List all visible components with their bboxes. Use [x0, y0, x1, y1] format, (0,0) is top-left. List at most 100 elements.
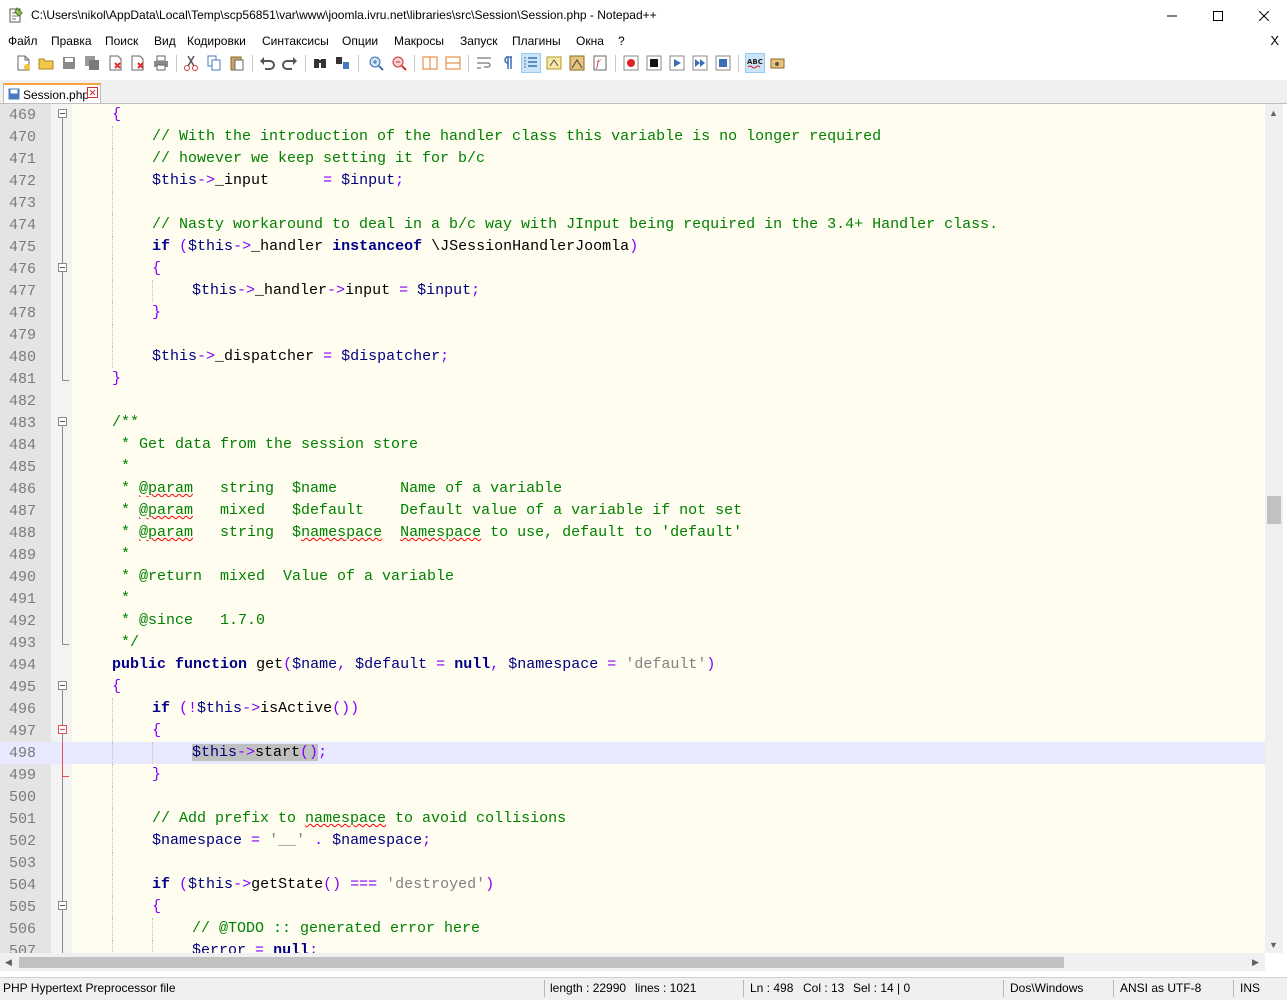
spell-check-button[interactable]: ABC	[745, 53, 765, 73]
code-line: 483 /**	[9, 414, 140, 434]
current-line: 498 $this->start();	[0, 742, 1265, 764]
status-eol[interactable]: Dos\Windows	[1010, 981, 1083, 995]
cut-button[interactable]	[182, 54, 200, 72]
code-line: 507 $error = null;	[0, 940, 1265, 953]
replace-button[interactable]	[334, 54, 352, 72]
scroll-down-icon[interactable]: ▼	[1269, 940, 1278, 950]
pilcrow-icon	[504, 56, 512, 69]
line-number: 491	[9, 591, 37, 608]
fold-toggle[interactable]	[58, 109, 67, 118]
new-file-button[interactable]	[14, 54, 32, 72]
horizontal-scroll-thumb[interactable]	[19, 957, 1064, 968]
menu-view[interactable]: Вид	[154, 34, 176, 48]
close-document-button[interactable]: X	[1270, 33, 1279, 48]
line-number: 506	[9, 921, 37, 938]
redo-button[interactable]	[281, 54, 299, 72]
line-number: 505	[9, 899, 37, 916]
scroll-up-icon[interactable]: ▲	[1269, 108, 1278, 118]
word-wrap-button[interactable]	[475, 54, 493, 72]
indent-guide-button[interactable]	[521, 53, 541, 73]
menu-file[interactable]: Файл	[8, 34, 38, 48]
code-line: 482	[0, 390, 1265, 412]
menu-run[interactable]: Запуск	[460, 34, 498, 48]
function-list-button[interactable]: f	[591, 54, 609, 72]
stop-macro-button[interactable]	[645, 54, 663, 72]
zoom-out-button[interactable]	[390, 54, 408, 72]
sync-horizontal-button[interactable]	[444, 54, 462, 72]
vertical-scroll-thumb[interactable]	[1267, 496, 1281, 524]
menu-window[interactable]: Окна	[576, 34, 604, 48]
open-file-button[interactable]	[37, 54, 55, 72]
code-line: 473	[0, 192, 1265, 214]
undo-button[interactable]	[258, 54, 276, 72]
code-line: 505 {	[9, 896, 162, 918]
fold-toggle[interactable]	[58, 417, 67, 426]
fold-toggle[interactable]	[58, 263, 67, 272]
paste-button[interactable]	[228, 54, 246, 72]
record-macro-button[interactable]	[622, 54, 640, 72]
doc-map-button[interactable]	[568, 54, 586, 72]
fold-toggle[interactable]	[58, 901, 67, 910]
line-number: 501	[9, 811, 37, 828]
code-line: 476 {	[9, 258, 162, 280]
line-number: 470	[9, 129, 37, 146]
maximize-button[interactable]	[1195, 0, 1241, 31]
run-macro-multiple-button[interactable]	[691, 54, 709, 72]
copy-button[interactable]	[205, 54, 223, 72]
fold-toggle[interactable]	[58, 725, 67, 734]
line-number: 500	[9, 789, 37, 806]
menu-edit[interactable]: Правка	[51, 34, 92, 48]
document-map-icon	[569, 55, 585, 71]
sync-vertical-button[interactable]	[421, 54, 439, 72]
line-number: 475	[9, 239, 37, 256]
show-all-chars-button[interactable]	[498, 54, 516, 72]
menu-plugins[interactable]: Плагины	[512, 34, 561, 48]
status-selection: Sel : 14 | 0	[853, 981, 911, 995]
vertical-scrollbar[interactable]	[1265, 104, 1283, 953]
play-macro-button[interactable]	[668, 54, 686, 72]
status-encoding[interactable]: ANSI as UTF-8	[1120, 981, 1201, 995]
udl-button[interactable]	[545, 54, 563, 72]
find-button[interactable]	[311, 54, 329, 72]
menu-help[interactable]: ?	[618, 34, 625, 48]
code-editor[interactable]: 469 { 470 // With the introduction of th…	[0, 104, 1265, 953]
menu-syntax[interactable]: Синтаксисы	[262, 34, 329, 48]
window-title: C:\Users\nikol\AppData\Local\Temp\scp568…	[31, 8, 657, 22]
code-line: 504 if ($this->getState() === 'destroyed…	[9, 874, 495, 896]
menu-settings[interactable]: Опции	[342, 34, 378, 48]
scroll-left-icon[interactable]: ◀	[5, 957, 12, 968]
minimize-icon	[1167, 15, 1177, 16]
line-number: 476	[9, 261, 37, 278]
menu-search[interactable]: Поиск	[105, 34, 138, 48]
spell-settings-button[interactable]	[769, 54, 787, 72]
line-number: 497	[9, 723, 37, 740]
code-line: 489 *	[9, 544, 131, 566]
tab-close-icon[interactable]	[87, 87, 98, 98]
tab-session-php[interactable]: Session.php	[3, 83, 101, 103]
menu-macro[interactable]: Макросы	[394, 34, 444, 48]
save-button[interactable]	[60, 54, 78, 72]
menu-encoding[interactable]: Кодировки	[187, 34, 246, 48]
scroll-right-icon[interactable]: ▶	[1252, 957, 1259, 968]
save-macro-button[interactable]	[714, 54, 732, 72]
line-number: 507	[9, 943, 37, 953]
save-all-button[interactable]	[83, 54, 101, 72]
minimize-button[interactable]	[1149, 0, 1195, 31]
status-insert-mode[interactable]: INS	[1240, 981, 1260, 995]
close-button[interactable]	[1241, 0, 1287, 31]
fold-toggle[interactable]	[58, 681, 67, 690]
close-all-button[interactable]	[129, 54, 147, 72]
print-button[interactable]	[152, 54, 170, 72]
code-line: 490 * @return mixed Value of a variable	[9, 566, 455, 588]
close-file-button[interactable]	[106, 54, 124, 72]
code-line: 478 }	[9, 302, 162, 324]
zoom-in-icon	[369, 56, 384, 71]
code-line: 497 {	[9, 720, 162, 742]
line-number: 492	[9, 613, 37, 630]
zoom-in-button[interactable]	[367, 54, 385, 72]
status-column: Col : 13	[803, 981, 845, 995]
code-line: 492 * @since 1.7.0	[9, 610, 266, 632]
code-line: 487 * @param mixed $default Default valu…	[9, 500, 743, 522]
code-line: 502 $namespace = '__' . $namespace;	[9, 830, 432, 852]
line-number: 504	[9, 877, 37, 894]
